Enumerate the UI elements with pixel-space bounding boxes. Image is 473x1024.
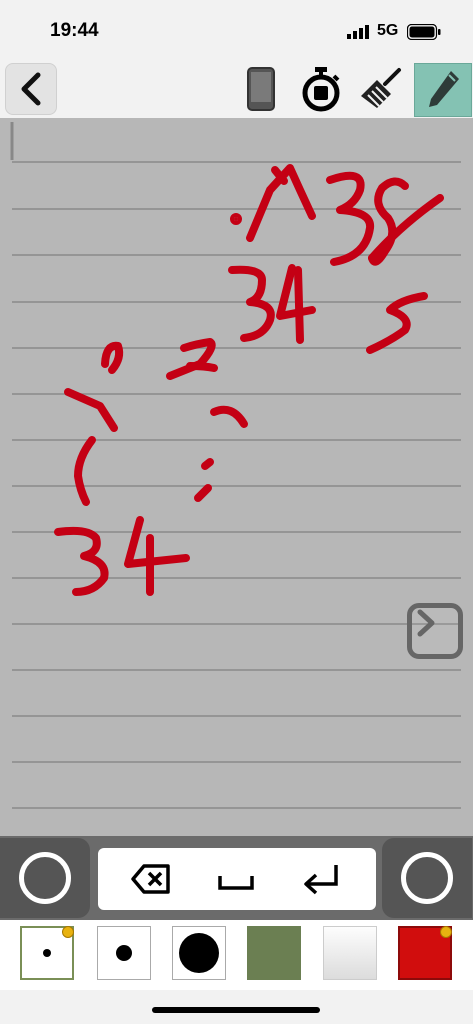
circle-icon [401,852,453,904]
small-pen-swatch[interactable] [20,926,74,980]
chevron-right-icon [417,609,435,637]
gear-icon [440,926,452,938]
pen-tool-button[interactable] [414,63,472,117]
input-bar [0,836,473,920]
medium-dot-icon [116,945,132,961]
backspace-key[interactable] [126,854,176,904]
drawing-canvas[interactable] [0,118,473,836]
back-button[interactable] [5,63,57,115]
enter-icon [304,865,338,895]
space-icon [218,876,254,890]
status-bar: 19:44 5G [0,0,473,60]
left-circle-button[interactable] [0,838,90,918]
timer-button[interactable] [297,63,345,115]
circle-icon [19,852,71,904]
phone-device-icon [247,67,275,111]
gear-icon [62,926,74,938]
stopwatch-icon [302,67,340,112]
handwriting-strokes [54,164,444,596]
small-dot-icon [43,949,51,957]
large-dot-icon [179,933,219,973]
signal-icon [347,25,369,39]
broom-clear-icon [361,68,401,108]
key-panel [98,848,376,910]
pen-palette [0,920,473,990]
pencil-icon [429,71,459,107]
chevron-left-icon [21,72,41,106]
device-orientation-button[interactable] [237,63,285,115]
clear-button[interactable] [356,63,404,115]
battery-icon [407,24,441,40]
enter-key[interactable] [296,854,346,904]
network-label: 5G [377,22,399,39]
home-indicator [152,1007,320,1013]
status-time: 19:44 [50,20,99,41]
red-color-swatch[interactable] [398,926,452,980]
medium-pen-swatch[interactable] [97,926,151,980]
space-key[interactable] [211,854,261,904]
right-circle-button[interactable] [382,838,472,918]
toolbar [0,60,473,118]
large-pen-swatch[interactable] [172,926,226,980]
white-color-swatch[interactable] [323,926,377,980]
backspace-icon [131,864,170,894]
next-page-button[interactable] [407,603,463,659]
green-color-swatch[interactable] [247,926,301,980]
